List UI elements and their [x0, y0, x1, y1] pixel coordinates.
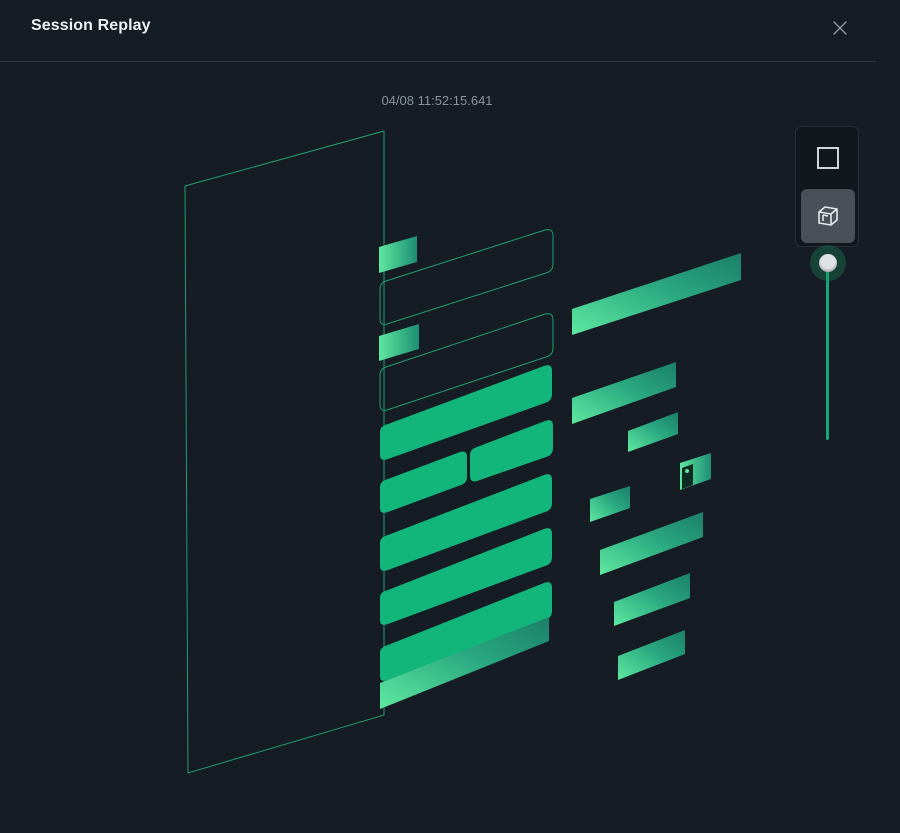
- layer-text-bar: [618, 630, 685, 680]
- layer-text-bar: [614, 573, 690, 626]
- replay-3d-stage[interactable]: [0, 0, 900, 833]
- session-replay-modal: Session Replay 04/08 11:52:15.641: [0, 0, 900, 833]
- layers-view-button[interactable]: [801, 189, 855, 243]
- view-mode-toolbar: [795, 126, 859, 247]
- image-icon: [682, 464, 693, 489]
- layer-block: [470, 420, 553, 482]
- square-icon: [817, 147, 839, 169]
- slider-track[interactable]: [826, 264, 829, 440]
- layer-label-block: [379, 324, 419, 361]
- layer-text-bar: [572, 253, 741, 335]
- cube-icon: [818, 206, 838, 226]
- page-layer-frame: [184, 130, 385, 774]
- layer-text-bar: [590, 486, 630, 522]
- slider-thumb[interactable]: [819, 254, 837, 272]
- flat-view-button[interactable]: [801, 131, 855, 185]
- layer-text-bar: [600, 512, 703, 575]
- layer-text-bar: [628, 412, 678, 452]
- layer-label-block: [379, 236, 417, 273]
- layer-text-bar: [572, 362, 676, 424]
- image-icon-dot: [685, 469, 689, 473]
- layer-block: [380, 451, 467, 513]
- layer-depth-slider[interactable]: [808, 244, 848, 444]
